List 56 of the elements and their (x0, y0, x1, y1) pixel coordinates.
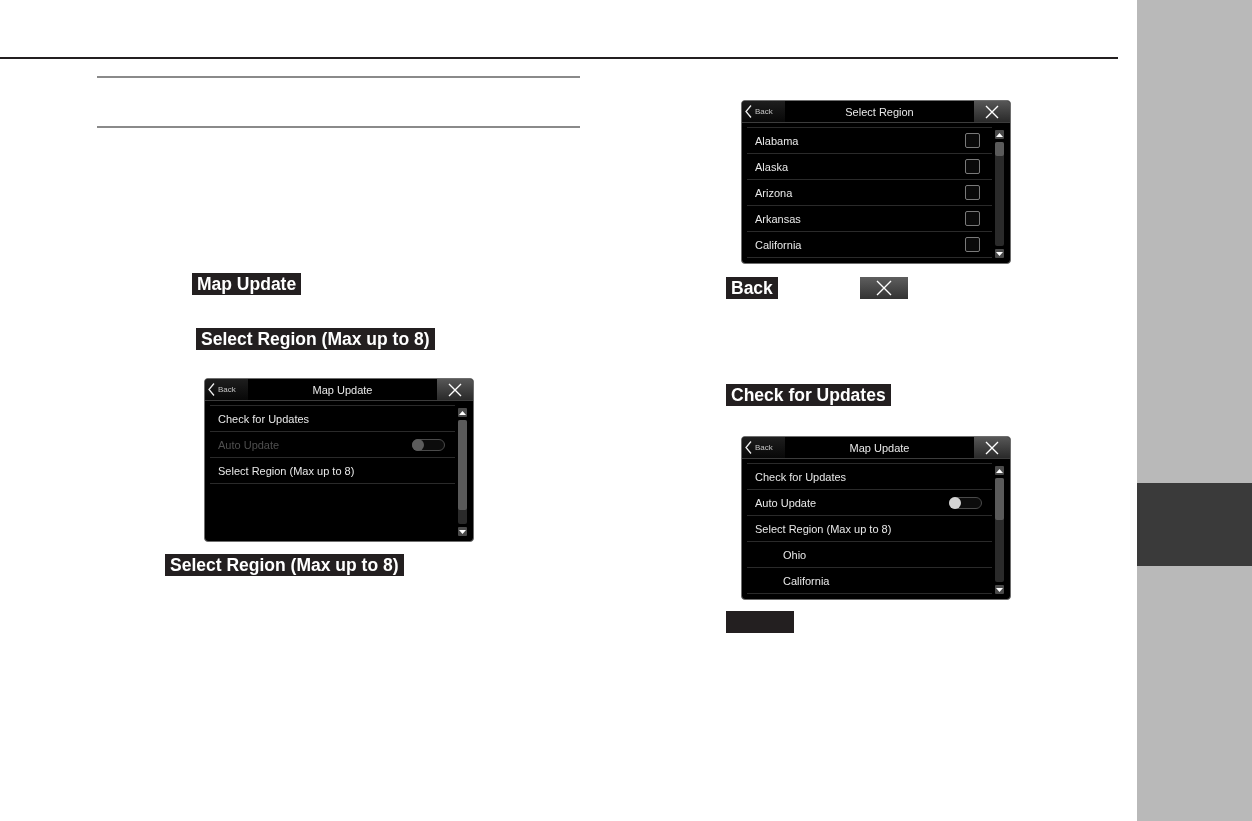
scroll-down-button[interactable] (995, 249, 1004, 258)
scroll-down-button[interactable] (995, 585, 1004, 594)
checkbox[interactable] (965, 133, 980, 148)
chevron-left-icon (208, 383, 215, 396)
scrollbar[interactable] (995, 478, 1004, 582)
button-label: Map Update (192, 273, 302, 295)
caret-down-icon (459, 529, 466, 534)
caret-up-icon (459, 410, 466, 415)
region-name[interactable]: Arizona (755, 185, 793, 200)
close-button[interactable] (974, 437, 1010, 458)
close-button[interactable] (437, 379, 473, 400)
caret-down-icon (996, 587, 1003, 592)
scroll-up-button[interactable] (458, 408, 467, 417)
caret-up-icon (996, 468, 1003, 473)
button-label: Select Region (Max up to 8) (165, 554, 404, 576)
close-icon (985, 104, 999, 119)
button-label: Check for Updates (726, 384, 891, 406)
chevron-left-icon (745, 441, 752, 454)
menu-item[interactable]: Auto Update (755, 495, 817, 510)
scroll-thumb[interactable] (995, 478, 1004, 520)
chevron-left-icon (745, 105, 752, 118)
screen-title: Select Region (844, 105, 915, 120)
button-label: Back (726, 277, 778, 299)
button-label: Select Region (Max up to 8) (196, 328, 435, 350)
menu-item[interactable]: Select Region (Max up to 8) (218, 463, 355, 478)
scroll-thumb[interactable] (995, 142, 1004, 156)
close-icon (859, 277, 908, 299)
blank-label (726, 611, 794, 633)
close-icon (985, 440, 999, 455)
close-button[interactable] (974, 101, 1010, 122)
menu-item[interactable]: California (783, 573, 830, 588)
checkbox[interactable] (965, 211, 980, 226)
back-button[interactable]: Back (205, 379, 248, 400)
scroll-up-button[interactable] (995, 130, 1004, 139)
screen-title: Map Update (311, 383, 374, 398)
menu-item[interactable]: Check for Updates (755, 469, 847, 484)
checkbox[interactable] (965, 185, 980, 200)
region-name[interactable]: Arkansas (755, 211, 801, 226)
close-icon (448, 382, 462, 397)
region-name[interactable]: California (755, 237, 802, 252)
region-name[interactable]: Alaska (755, 159, 789, 174)
toggle-switch[interactable] (949, 496, 982, 509)
checkbox[interactable] (965, 237, 980, 252)
menu-item[interactable]: Check for Updates (218, 411, 310, 426)
caret-up-icon (996, 132, 1003, 137)
back-button[interactable]: Back (742, 437, 785, 458)
back-button[interactable]: Back (742, 101, 785, 122)
scrollbar[interactable] (995, 142, 1004, 246)
region-name[interactable]: Alabama (755, 133, 799, 148)
menu-item[interactable]: Select Region (Max up to 8) (755, 521, 892, 536)
menu-item[interactable]: Ohio (783, 547, 807, 562)
checkbox[interactable] (965, 159, 980, 174)
screen-title: Map Update (848, 441, 911, 456)
scroll-up-button[interactable] (995, 466, 1004, 475)
caret-down-icon (996, 251, 1003, 256)
scroll-down-button[interactable] (458, 527, 467, 536)
